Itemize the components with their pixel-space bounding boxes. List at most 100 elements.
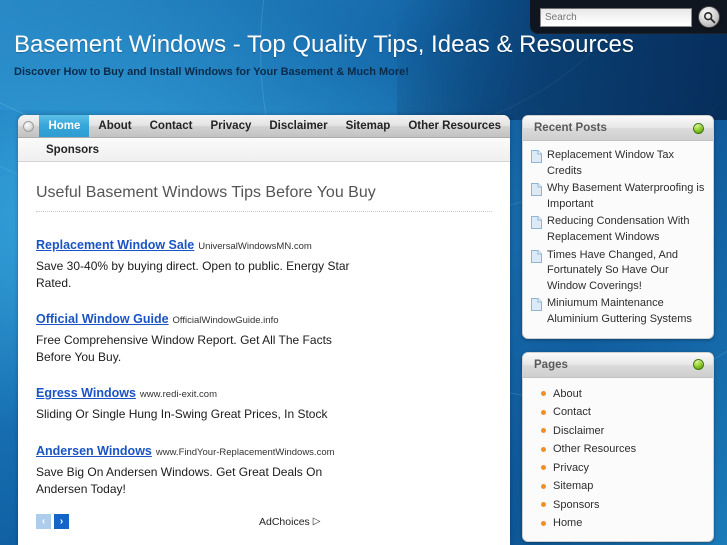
nav-item-sitemap[interactable]: Sitemap bbox=[337, 115, 400, 137]
primary-navigation: Home About Contact Privacy Disclaimer Sitemap… bbox=[18, 115, 510, 138]
sidebar-link-item[interactable]: Sponsors bbox=[531, 496, 705, 515]
item-label: Sitemap bbox=[553, 480, 594, 493]
search-input[interactable] bbox=[540, 7, 692, 27]
orange-bullet-icon bbox=[541, 446, 546, 452]
item-label: Reducing Condensation With Replacement W… bbox=[547, 215, 690, 244]
item-label: Home bbox=[553, 517, 583, 530]
orange-bullet-icon bbox=[541, 391, 546, 397]
sidebar: Recent Posts Replacement Window Tax Credi… bbox=[522, 115, 714, 545]
search-icon bbox=[703, 11, 715, 23]
ad-url: OfficialWindowGuide.info bbox=[172, 315, 279, 327]
document-icon bbox=[531, 150, 542, 168]
ad-pagination: ‹ › bbox=[36, 514, 69, 530]
orange-bullet-icon bbox=[541, 465, 546, 471]
ad-description: Save Big On Andersen Windows. Get Great … bbox=[36, 465, 323, 496]
site-tagline: Discover How to Buy and Install Windows … bbox=[14, 66, 409, 78]
widget-body: Replacement Window Tax Credits Why Baseme… bbox=[523, 141, 713, 338]
adchoices-label: AdChoices bbox=[259, 515, 310, 528]
orange-bullet-icon bbox=[541, 502, 546, 508]
ad-footer: ‹ › AdChoices ▷ bbox=[36, 514, 492, 530]
nav-bullet bbox=[18, 115, 39, 137]
sidebar-link-item[interactable]: Disclaimer bbox=[531, 422, 705, 441]
sidebar-link-item[interactable]: Privacy bbox=[531, 459, 705, 478]
widget-body: About Contact Disclaimer Other Resources Pri… bbox=[523, 378, 713, 541]
item-label: Other Resources bbox=[553, 443, 637, 456]
chevron-left-icon: ‹ bbox=[41, 516, 46, 528]
green-status-dot bbox=[693, 359, 704, 371]
secondary-navigation: Sponsors bbox=[18, 138, 510, 162]
ad-next-button[interactable]: › bbox=[54, 514, 69, 530]
sidebar-link-item[interactable]: About bbox=[531, 385, 705, 404]
main-content: Home About Contact Privacy Disclaimer Sitemap… bbox=[18, 115, 510, 545]
item-label: Contact bbox=[553, 406, 591, 419]
nav-item-about[interactable]: About bbox=[89, 115, 140, 137]
widget-title: Pages bbox=[534, 358, 568, 371]
site-title: Basement Windows - Top Quality Tips, Ide… bbox=[14, 31, 634, 58]
item-label: Disclaimer bbox=[553, 424, 605, 437]
item-label: Times Have Changed, And Fortunately So H… bbox=[547, 248, 679, 292]
nav-item-privacy[interactable]: Privacy bbox=[201, 115, 260, 137]
nav-item-disclaimer[interactable]: Disclaimer bbox=[260, 115, 336, 137]
page-title: Useful Basement Windows Tips Before You … bbox=[36, 184, 492, 212]
ad-prev-button[interactable]: ‹ bbox=[36, 514, 51, 530]
item-label: About bbox=[553, 387, 582, 400]
sidebar-link-item[interactable]: Sitemap bbox=[531, 477, 705, 496]
ad-url: www.redi-exit.com bbox=[139, 389, 217, 401]
document-icon bbox=[531, 183, 542, 201]
nav-item-other-resources[interactable]: Other Resources bbox=[399, 115, 510, 137]
document-icon bbox=[531, 298, 542, 316]
ad-url: www.FindYour-ReplacementWindows.com bbox=[155, 446, 335, 458]
ad-head: Replacement Window Sale UniversalWindowsM… bbox=[36, 234, 492, 256]
ad-head: Egress Windows www.redi-exit.com bbox=[36, 382, 492, 404]
sidebar-link-item[interactable]: Home bbox=[531, 514, 705, 533]
ad-block: Replacement Window Sale UniversalWindowsM… bbox=[36, 234, 492, 291]
search-button[interactable] bbox=[698, 6, 720, 28]
item-label: Sponsors bbox=[553, 498, 600, 511]
sidebar-widget-recent-posts: Recent Posts Replacement Window Tax Credi… bbox=[522, 115, 714, 339]
ad-description: Free Comprehensive Window Report. Get Al… bbox=[36, 333, 332, 364]
adchoices-triangle-icon: ▷ bbox=[312, 516, 321, 528]
recent-post-item[interactable]: Replacement Window Tax Credits bbox=[531, 148, 705, 179]
orange-bullet-icon bbox=[541, 483, 546, 489]
document-icon bbox=[531, 216, 542, 234]
page-root: Basement Windows - Top Quality Tips, Ide… bbox=[0, 0, 727, 545]
content-body: Useful Basement Windows Tips Before You … bbox=[18, 162, 510, 545]
recent-post-item[interactable]: Why Basement Waterproofing is Important bbox=[531, 181, 705, 212]
widget-header: Recent Posts bbox=[523, 116, 713, 141]
nav-item-contact[interactable]: Contact bbox=[141, 115, 202, 137]
ad-title-link[interactable]: Andersen Windows bbox=[36, 444, 152, 458]
ad-title-link[interactable]: Official Window Guide bbox=[36, 312, 169, 326]
chevron-right-icon: › bbox=[59, 516, 64, 528]
ads-container: Replacement Window Sale UniversalWindowsM… bbox=[36, 234, 492, 497]
document-icon bbox=[531, 249, 542, 268]
orange-bullet-icon bbox=[541, 428, 546, 434]
ad-title-link[interactable]: Egress Windows bbox=[36, 386, 136, 400]
recent-post-item[interactable]: Miniumum Maintenance Aluminium Guttering… bbox=[531, 296, 705, 327]
ad-block: Egress Windows www.redi-exit.com Sliding O… bbox=[36, 382, 492, 423]
ad-block: Andersen Windows www.FindYour-Replacement… bbox=[36, 440, 492, 497]
subnav-item-sponsors[interactable]: Sponsors bbox=[46, 144, 99, 156]
ad-description: Save 30-40% by buying direct. Open to pu… bbox=[36, 259, 350, 290]
sidebar-widget-pages: Pages About Contact Disclaimer Other Resourc… bbox=[522, 351, 714, 542]
ad-description: Sliding Or Single Hung In-Swing Great Pr… bbox=[36, 407, 328, 422]
ad-head: Official Window Guide OfficialWindowGuide… bbox=[36, 308, 492, 330]
ad-title-link[interactable]: Replacement Window Sale bbox=[36, 238, 194, 252]
recent-post-item[interactable]: Reducing Condensation With Replacement W… bbox=[531, 214, 705, 245]
nav-item-home[interactable]: Home bbox=[39, 115, 90, 137]
green-status-dot bbox=[693, 122, 704, 134]
sidebar-link-item[interactable]: Contact bbox=[531, 403, 705, 422]
orange-bullet-icon bbox=[541, 409, 546, 415]
page-body: Home About Contact Privacy Disclaimer Sitemap… bbox=[0, 115, 727, 545]
item-label: Why Basement Waterproofing is Important bbox=[547, 182, 705, 210]
item-label: Replacement Window Tax Credits bbox=[547, 149, 674, 177]
recent-post-item[interactable]: Times Have Changed, And Fortunately So H… bbox=[531, 248, 705, 295]
adchoices-link[interactable]: AdChoices ▷ bbox=[259, 516, 320, 528]
ad-block: Official Window Guide OfficialWindowGuide… bbox=[36, 308, 492, 365]
orange-bullet-icon bbox=[541, 520, 546, 526]
widget-header: Pages bbox=[523, 352, 713, 378]
item-label: Privacy bbox=[553, 461, 590, 474]
sidebar-link-item[interactable]: Other Resources bbox=[531, 440, 705, 459]
widget-title: Recent Posts bbox=[534, 122, 607, 134]
circle-bullet-icon bbox=[23, 120, 35, 132]
search-bar bbox=[530, 0, 727, 34]
